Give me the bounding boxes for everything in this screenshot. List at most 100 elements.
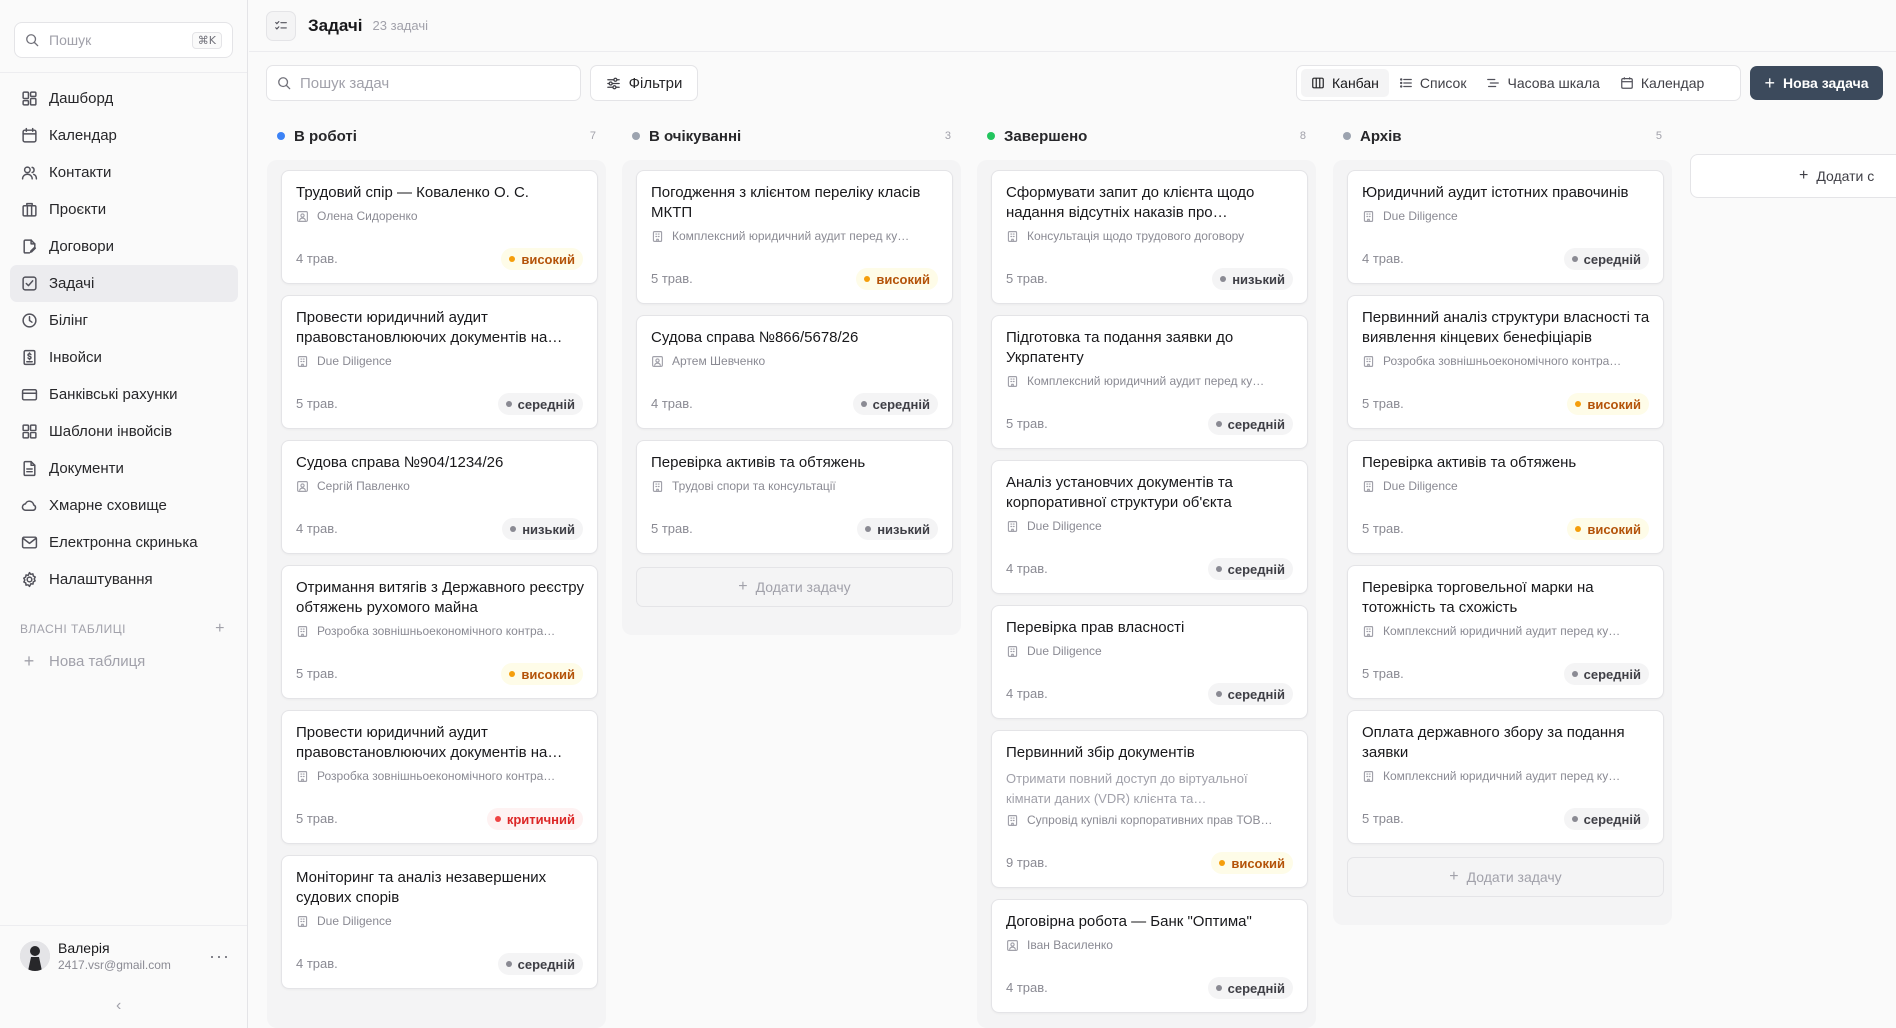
user-email: 2417.vsr@gmail.com (58, 958, 171, 972)
search-icon (278, 77, 291, 90)
task-card[interactable]: Сформувати запит до клієнта щодо надання… (991, 170, 1308, 304)
task-card[interactable]: Договірна робота — Банк "Оптима" Іван Ва… (991, 899, 1308, 1013)
card-title: Перевірка активів та обтяжень (1362, 454, 1577, 471)
building-icon (297, 770, 308, 782)
sidebar-item-icon-wrap (20, 534, 38, 552)
priority-badge: середній (497, 393, 583, 415)
card-project-label: Due Diligence (1383, 209, 1458, 223)
card-due-date: 5 трав. (1362, 396, 1404, 411)
card-title: Юридичний аудит істотних правочинів (1362, 184, 1629, 201)
avatar (20, 941, 50, 971)
add-column-label: Додати с (1816, 168, 1875, 184)
task-card[interactable]: Перевірка активів та обтяжень Трудові сп… (636, 440, 953, 554)
task-card[interactable]: Судова справа №866/5678/26 Артем Шевченк… (636, 315, 953, 429)
sidebar-item-settings[interactable]: Налаштування (10, 561, 238, 598)
task-card[interactable]: Судова справа №904/1234/26 Сергій Павлен… (281, 440, 598, 554)
sidebar-search-input[interactable]: Пошук ⌘K (14, 22, 233, 58)
card-title: Судова справа №904/1234/26 (296, 454, 504, 471)
task-search-input[interactable]: Пошук задач (266, 65, 581, 101)
task-card[interactable]: Трудовий спір — Коваленко О. С. Олена Си… (281, 170, 598, 284)
sidebar-divider (0, 72, 247, 73)
tab-list-label: Список (1419, 75, 1467, 91)
building-icon (297, 915, 308, 927)
task-card[interactable]: Оплата державного збору за подання заявк… (1347, 710, 1664, 844)
task-card[interactable]: Отримання витягів з Державного реєстру о… (281, 565, 598, 699)
sidebar-item-invoices[interactable]: Інвойси (10, 339, 238, 376)
sidebar-item-documents[interactable]: Документи (10, 450, 238, 487)
task-card[interactable]: Перевірка прав власності Due Diligence 4… (991, 605, 1308, 719)
card-due-date: 4 трав. (1006, 686, 1048, 701)
more-options-icon[interactable]: ··· (209, 946, 230, 967)
task-card[interactable]: Перевірка активів та обтяжень Due Dilige… (1347, 440, 1664, 554)
tab-timeline[interactable]: Часова шкала (1476, 69, 1609, 97)
priority-badge: критичний (486, 808, 583, 830)
card-project: Due Diligence (1006, 644, 1298, 658)
task-list-icon (275, 20, 287, 30)
task-card[interactable]: Перевірка торговельної марки на тотожніс… (1347, 565, 1664, 699)
building-icon (1007, 375, 1018, 387)
task-card[interactable]: Юридичний аудит істотних правочинів Due … (1347, 170, 1664, 284)
sidebar-item-dashboard[interactable]: Дашборд (10, 80, 238, 117)
card-project-label: Розробка зовнішньоекономічного контра… (1383, 354, 1622, 368)
sidebar: Пошук ⌘K Дашборд Календар Контакти Проєк… (0, 0, 248, 1028)
card-project: Іван Василенко (1006, 938, 1298, 952)
plus-icon: + (1799, 167, 1809, 184)
sidebar-item-mailbox[interactable]: Електронна скринька (10, 524, 238, 561)
priority-badge: високий (1567, 393, 1649, 415)
add-table-plus-icon[interactable]: + (215, 620, 225, 638)
card-due-date: 5 трав. (296, 666, 338, 681)
priority-dot (505, 401, 512, 407)
building-icon (1007, 520, 1018, 532)
add-task-button[interactable]: + Додати задачу (636, 567, 953, 607)
sidebar-search-placeholder: Пошук (49, 32, 92, 48)
sidebar-item-billing[interactable]: Білінг (10, 302, 238, 339)
card-project: Due Diligence (1006, 519, 1298, 533)
tab-list[interactable]: Список (1389, 69, 1477, 97)
filters-label: Фільтри (628, 74, 683, 92)
collapse-sidebar-icon[interactable]: ‹ (116, 997, 121, 1015)
sidebar-item-label: Календар (49, 127, 117, 144)
sidebar-item-contacts[interactable]: Контакти (10, 154, 238, 191)
new-table-button[interactable]: + Нова таблиця (20, 651, 146, 672)
card-title: Первинний аналіз структури власності та … (1362, 309, 1650, 346)
task-card[interactable]: Первинний збір документів Отримати повни… (991, 730, 1308, 888)
column-header: В роботі 7 (277, 122, 596, 150)
priority-badge: середній (1563, 808, 1649, 830)
sidebar-item-icon-wrap (20, 90, 38, 108)
tab-kanban[interactable]: Канбан (1301, 69, 1389, 97)
card-title: Перевірка активів та обтяжень (651, 454, 866, 471)
add-task-button[interactable]: + Додати задачу (1347, 857, 1664, 897)
new-task-button[interactable]: + Нова задача (1750, 66, 1883, 100)
sidebar-item-cloud-storage[interactable]: Хмарне сховище (10, 487, 238, 524)
add-column-button[interactable]: + Додати с (1690, 154, 1896, 198)
sidebar-item-calendar[interactable]: Календар (10, 117, 238, 154)
task-card[interactable]: Провести юридичний аудит правовстановлюю… (281, 710, 598, 844)
tab-calendar[interactable]: Календар (1610, 69, 1714, 97)
task-card[interactable]: Провести юридичний аудит правовстановлюю… (281, 295, 598, 429)
sidebar-item-bank-accounts[interactable]: Банківські рахунки (10, 376, 238, 413)
sidebar-item-label: Білінг (49, 312, 89, 329)
sidebar-item-invoice-templates[interactable]: Шаблони інвойсів (10, 413, 238, 450)
card-due-date: 4 трав. (296, 521, 338, 536)
sidebar-item-projects[interactable]: Проєкти (10, 191, 238, 228)
task-card[interactable]: Первинний аналіз структури власності та … (1347, 295, 1664, 429)
priority-label: критичний (506, 811, 575, 827)
task-card[interactable]: Моніторинг та аналіз незавершених судови… (281, 855, 598, 989)
card-title: Первинний збір документів (1006, 744, 1195, 761)
task-card[interactable]: Погодження з клієнтом переліку класів МК… (636, 170, 953, 304)
priority-badge: середній (1563, 663, 1649, 685)
card-project: Сергій Павленко (296, 479, 588, 493)
task-card[interactable]: Аналіз установчих документів та корпорат… (991, 460, 1308, 594)
toggle-sidebar-button[interactable] (266, 10, 296, 41)
sidebar-item-contracts[interactable]: Договори (10, 228, 238, 265)
column-header: Завершено 8 (987, 122, 1306, 150)
sidebar-nav: Дашборд Календар Контакти Проєкти Догово… (10, 80, 238, 598)
card-project-label: Due Diligence (317, 914, 392, 928)
filters-button[interactable]: Фільтри (590, 65, 698, 101)
priority-badge: низький (502, 518, 583, 540)
task-card[interactable]: Підготовка та подання заявки до Укрпатен… (991, 315, 1308, 449)
card-title: Перевірка прав власності (1006, 619, 1185, 636)
sidebar-item-tasks[interactable]: Задачі (10, 265, 238, 302)
person-icon (652, 355, 663, 367)
user-profile[interactable]: Валерія 2417.vsr@gmail.com ··· (20, 940, 230, 972)
